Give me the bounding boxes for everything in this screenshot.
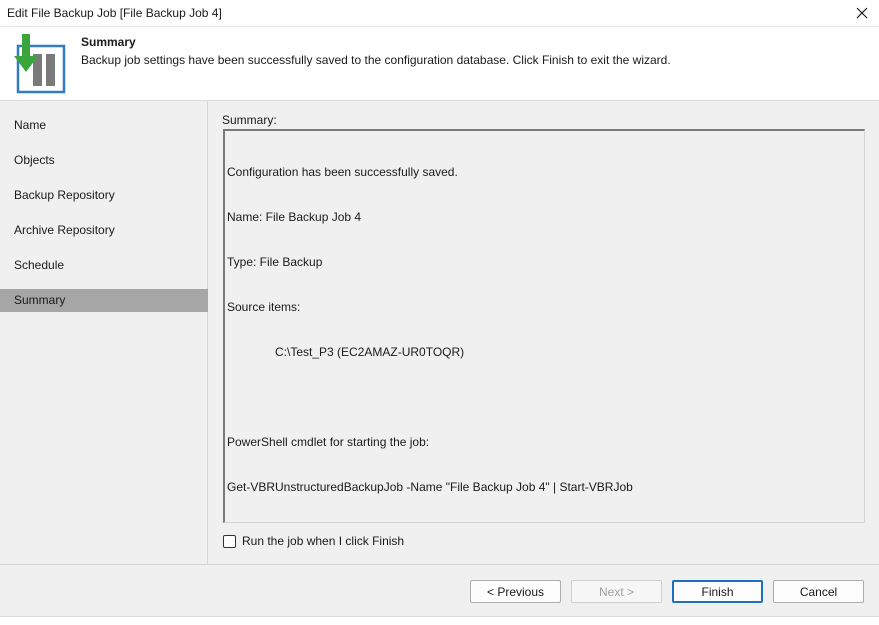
header-title: Summary	[81, 35, 136, 49]
finish-button[interactable]: Finish	[672, 580, 763, 603]
summary-line: PowerShell cmdlet for starting the job:	[227, 435, 430, 449]
run-job-checkbox[interactable]	[223, 534, 236, 548]
sidebar-item-objects[interactable]: Objects	[0, 149, 208, 172]
summary-line: Name: File Backup Job 4	[227, 210, 362, 224]
sidebar-item-backup-repository[interactable]: Backup Repository	[0, 184, 208, 207]
sidebar-item-summary[interactable]: Summary	[0, 289, 208, 312]
wizard-window: Edit File Backup Job [File Backup Job 4]…	[0, 0, 879, 625]
run-job-checkbox-label: Run the job when I click Finish	[242, 534, 405, 548]
bottom-strip	[0, 616, 879, 625]
header-description: Backup job settings have been successful…	[81, 53, 671, 67]
sidebar-item-name[interactable]: Name	[0, 114, 208, 137]
run-job-checkbox-row[interactable]: Run the job when I click Finish	[223, 534, 404, 548]
summary-line: C:\Test_P3 (EC2AMAZ-UR0TOQR)	[275, 345, 465, 359]
summary-line: Get-VBRUnstructuredBackupJob -Name "File…	[227, 480, 633, 494]
wizard-steps-sidebar: Name Objects Backup Repository Archive R…	[0, 101, 208, 564]
summary-label: Summary:	[222, 113, 277, 127]
previous-button[interactable]: < Previous	[470, 580, 561, 603]
next-button[interactable]: Next >	[571, 580, 662, 603]
wizard-header: Summary Backup job settings have been su…	[0, 27, 879, 101]
close-icon	[856, 7, 868, 19]
main-panel: Summary: Configuration has been successf…	[209, 101, 879, 564]
window-title: Edit File Backup Job [File Backup Job 4]	[7, 6, 222, 20]
summary-line: Configuration has been successfully save…	[227, 165, 458, 179]
backup-job-icon	[14, 34, 66, 94]
cancel-button[interactable]: Cancel	[773, 580, 864, 603]
close-button[interactable]	[845, 0, 879, 26]
summary-line: Type: File Backup	[227, 255, 323, 269]
summary-line	[227, 390, 862, 405]
sidebar-item-schedule[interactable]: Schedule	[0, 254, 208, 277]
summary-textbox[interactable]: Configuration has been successfully save…	[223, 129, 865, 523]
summary-line: Source items:	[227, 300, 301, 314]
sidebar-item-archive-repository[interactable]: Archive Repository	[0, 219, 208, 242]
title-bar: Edit File Backup Job [File Backup Job 4]	[0, 0, 879, 27]
